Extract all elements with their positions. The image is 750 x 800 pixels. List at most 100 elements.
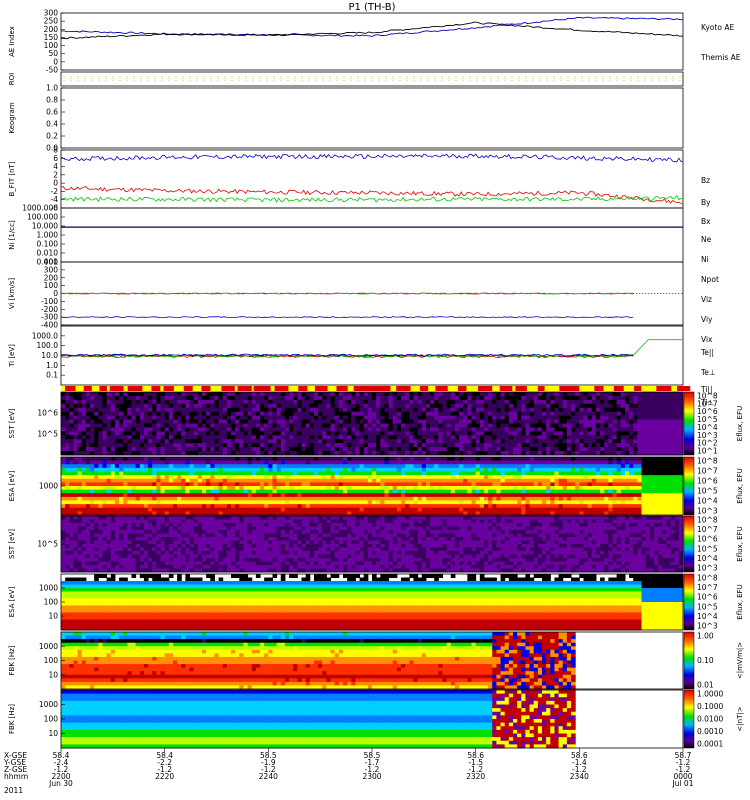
spec-cell — [177, 431, 182, 436]
spec-cell — [222, 486, 228, 491]
spec-cell — [384, 392, 390, 397]
spec-cell — [289, 507, 294, 512]
spec-cell — [177, 423, 182, 428]
spec-cell — [384, 407, 390, 413]
spec-cell — [558, 435, 564, 440]
spec-cell — [363, 395, 369, 401]
spec-cell — [483, 403, 489, 409]
spec-cell — [94, 478, 99, 483]
spec-cell — [90, 447, 95, 452]
spec-cell — [127, 500, 132, 505]
spec-cell — [94, 504, 99, 509]
spec-cell — [81, 464, 87, 469]
spec-cell — [347, 486, 352, 491]
spec-cell — [359, 435, 365, 440]
spec-cell — [148, 395, 153, 401]
spec-cell — [612, 486, 618, 491]
spec-cell — [110, 507, 116, 512]
spec-cell — [550, 493, 555, 498]
spec-cell — [322, 507, 327, 512]
spec-cell — [235, 478, 240, 483]
spec-cell — [251, 500, 257, 505]
spec-cell — [193, 447, 199, 452]
spec-cell — [571, 482, 576, 487]
spec-cell — [459, 419, 464, 424]
spec-cell — [260, 407, 265, 413]
spec-cell — [554, 427, 560, 432]
spec-cell — [537, 467, 543, 473]
spec-cell — [463, 504, 468, 509]
spec-cell — [289, 419, 294, 424]
spec-cell — [579, 415, 584, 421]
spec-cell — [210, 467, 215, 473]
spec-cell — [177, 419, 182, 424]
spec-cell — [218, 478, 224, 483]
spec-cell — [276, 471, 282, 476]
spec-cell — [608, 407, 614, 413]
spec-cell — [380, 500, 385, 505]
spec-cell — [322, 500, 327, 505]
spec-cell — [326, 467, 332, 473]
spec-cell — [355, 399, 361, 405]
spec-cell — [521, 443, 526, 448]
spec-cell — [363, 478, 369, 483]
spec-cell — [272, 489, 278, 494]
spec-cell — [181, 392, 186, 397]
spec-cell — [226, 443, 232, 448]
spec-cell — [135, 443, 141, 448]
spec-cell — [309, 439, 315, 444]
spec-cell — [463, 399, 468, 405]
status-segment — [274, 386, 289, 391]
spec-cell — [268, 478, 273, 483]
spec-cell — [608, 419, 614, 424]
spec-cell — [284, 475, 290, 480]
spec-cell — [583, 482, 589, 487]
spec-cell — [537, 486, 543, 491]
spec-cell — [633, 415, 638, 421]
spec-cell — [649, 399, 655, 405]
spec-cell — [600, 464, 605, 469]
spec-cell — [463, 475, 468, 480]
spec-cell — [401, 467, 406, 473]
spec-cell — [210, 464, 215, 469]
spec-cell — [143, 411, 149, 417]
spec-cell — [380, 399, 385, 405]
spec-cell — [479, 431, 485, 436]
spec-cell — [152, 493, 157, 498]
spec-cell — [351, 431, 356, 436]
spec-cell — [243, 443, 249, 448]
spec-cell — [305, 500, 311, 505]
spec-cell — [123, 447, 128, 452]
spec-cell — [106, 395, 112, 401]
spec-cell — [309, 457, 315, 462]
spec-cell — [143, 493, 149, 498]
spec-cell — [542, 464, 547, 469]
spec-cell — [372, 507, 377, 512]
spec-cell — [77, 482, 83, 487]
spec-cell — [297, 439, 303, 444]
spec-cell — [558, 482, 564, 487]
spec-cell — [550, 423, 555, 428]
spec-cell — [459, 507, 464, 512]
spec-cell — [438, 447, 443, 452]
spec-cell — [148, 399, 153, 405]
spec-cell — [255, 392, 261, 397]
spec-cell — [504, 392, 510, 397]
spec-cell — [658, 486, 663, 491]
spec-cell — [81, 500, 87, 505]
spec-cell — [475, 407, 481, 413]
spec-cell — [268, 504, 273, 509]
spec-cell — [417, 419, 423, 424]
spec-cell — [388, 423, 394, 428]
spec-cell — [517, 399, 522, 405]
spec-cell — [367, 395, 373, 401]
spec-cell — [508, 464, 514, 469]
spec-cell — [326, 392, 332, 397]
spec-cell — [351, 392, 356, 397]
spec-cell — [309, 407, 315, 413]
spec-cell — [313, 399, 319, 405]
spec-cell — [488, 500, 493, 505]
spec-cell — [172, 457, 178, 462]
spec-cell — [156, 457, 162, 462]
spec-cell — [637, 419, 643, 424]
